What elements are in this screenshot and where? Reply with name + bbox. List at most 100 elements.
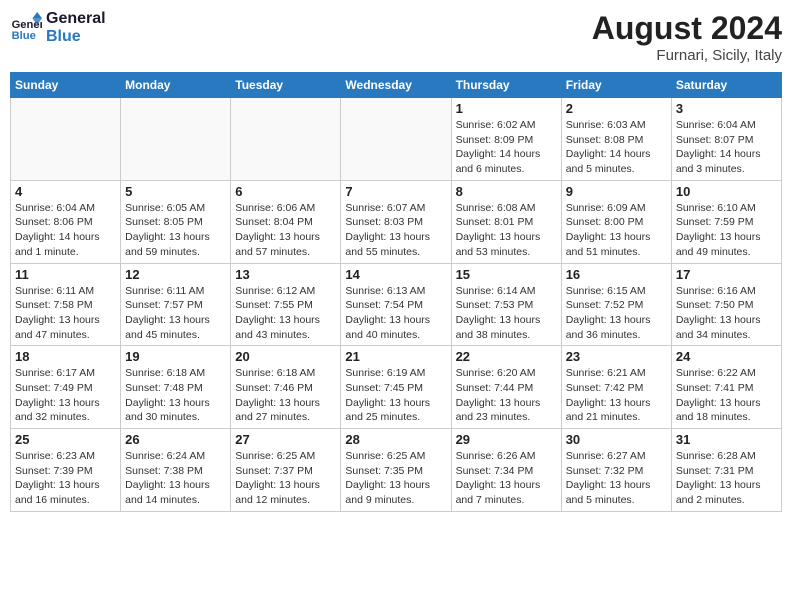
day-number: 12 — [125, 267, 226, 282]
day-number: 22 — [456, 349, 557, 364]
day-number: 7 — [345, 184, 446, 199]
day-number: 6 — [235, 184, 336, 199]
calendar-cell: 5 Sunrise: 6:05 AM Sunset: 8:05 PM Daylig… — [121, 180, 231, 263]
day-info: Sunrise: 6:04 AM Sunset: 8:07 PM Dayligh… — [676, 118, 777, 177]
day-number: 5 — [125, 184, 226, 199]
day-info: Sunrise: 6:19 AM Sunset: 7:45 PM Dayligh… — [345, 366, 446, 425]
calendar-cell — [341, 98, 451, 181]
day-info: Sunrise: 6:11 AM Sunset: 7:57 PM Dayligh… — [125, 284, 226, 343]
day-info: Sunrise: 6:03 AM Sunset: 8:08 PM Dayligh… — [566, 118, 667, 177]
day-number: 1 — [456, 101, 557, 116]
calendar-cell: 7 Sunrise: 6:07 AM Sunset: 8:03 PM Daylig… — [341, 180, 451, 263]
calendar-cell: 26Sunrise: 6:24 AM Sunset: 7:38 PM Dayli… — [121, 429, 231, 512]
day-info: Sunrise: 6:05 AM Sunset: 8:05 PM Dayligh… — [125, 201, 226, 260]
svg-text:Blue: Blue — [12, 30, 36, 42]
calendar-cell: 15 Sunrise: 6:14 AM Sunset: 7:53 PM Dayli… — [451, 263, 561, 346]
calendar-week-2: 4 Sunrise: 6:04 AM Sunset: 8:06 PM Daylig… — [11, 180, 782, 263]
day-info: Sunrise: 6:07 AM Sunset: 8:03 PM Dayligh… — [345, 201, 446, 260]
calendar-cell: 2 Sunrise: 6:03 AM Sunset: 8:08 PM Daylig… — [561, 98, 671, 181]
day-info: Sunrise: 6:15 AM Sunset: 7:52 PM Dayligh… — [566, 284, 667, 343]
calendar-cell: 25 Sunrise: 6:23 AM Sunset: 7:39 PM Dayli… — [11, 429, 121, 512]
calendar-cell: 30 Sunrise: 6:27 AM Sunset: 7:32 PM Dayli… — [561, 429, 671, 512]
day-info: Sunrise: 6:20 AM Sunset: 7:44 PM Dayligh… — [456, 366, 557, 425]
day-info: Sunrise: 6:28 AM Sunset: 7:31 PM Dayligh… — [676, 449, 777, 508]
weekday-header-tuesday: Tuesday — [231, 73, 341, 98]
day-number: 29 — [456, 432, 557, 447]
day-number: 16 — [566, 267, 667, 282]
day-info: Sunrise: 6:17 AM Sunset: 7:49 PM Dayligh… — [15, 366, 116, 425]
calendar-cell: 16 Sunrise: 6:15 AM Sunset: 7:52 PM Dayli… — [561, 263, 671, 346]
day-info: Sunrise: 6:26 AM Sunset: 7:34 PM Dayligh… — [456, 449, 557, 508]
day-info: Sunrise: 6:09 AM Sunset: 8:00 PM Dayligh… — [566, 201, 667, 260]
calendar-cell: 9Sunrise: 6:09 AM Sunset: 8:00 PM Daylig… — [561, 180, 671, 263]
day-info: Sunrise: 6:04 AM Sunset: 8:06 PM Dayligh… — [15, 201, 116, 260]
day-info: Sunrise: 6:27 AM Sunset: 7:32 PM Dayligh… — [566, 449, 667, 508]
calendar-week-5: 25 Sunrise: 6:23 AM Sunset: 7:39 PM Dayli… — [11, 429, 782, 512]
day-info: Sunrise: 6:18 AM Sunset: 7:48 PM Dayligh… — [125, 366, 226, 425]
day-number: 31 — [676, 432, 777, 447]
day-info: Sunrise: 6:23 AM Sunset: 7:39 PM Dayligh… — [15, 449, 116, 508]
day-info: Sunrise: 6:08 AM Sunset: 8:01 PM Dayligh… — [456, 201, 557, 260]
calendar-cell: 20 Sunrise: 6:18 AM Sunset: 7:46 PM Dayli… — [231, 346, 341, 429]
calendar-cell: 12 Sunrise: 6:11 AM Sunset: 7:57 PM Dayli… — [121, 263, 231, 346]
weekday-header-monday: Monday — [121, 73, 231, 98]
day-info: Sunrise: 6:10 AM Sunset: 7:59 PM Dayligh… — [676, 201, 777, 260]
calendar-cell: 8 Sunrise: 6:08 AM Sunset: 8:01 PM Daylig… — [451, 180, 561, 263]
calendar-cell: 19 Sunrise: 6:18 AM Sunset: 7:48 PM Dayli… — [121, 346, 231, 429]
day-number: 3 — [676, 101, 777, 116]
day-info: Sunrise: 6:02 AM Sunset: 8:09 PM Dayligh… — [456, 118, 557, 177]
day-number: 18 — [15, 349, 116, 364]
day-number: 28 — [345, 432, 446, 447]
day-number: 19 — [125, 349, 226, 364]
day-info: Sunrise: 6:16 AM Sunset: 7:50 PM Dayligh… — [676, 284, 777, 343]
calendar-week-3: 11Sunrise: 6:11 AM Sunset: 7:58 PM Dayli… — [11, 263, 782, 346]
month-year: August 2024 — [592, 10, 782, 47]
calendar-cell: 11Sunrise: 6:11 AM Sunset: 7:58 PM Dayli… — [11, 263, 121, 346]
day-number: 26 — [125, 432, 226, 447]
calendar-cell: 28Sunrise: 6:25 AM Sunset: 7:35 PM Dayli… — [341, 429, 451, 512]
day-number: 10 — [676, 184, 777, 199]
calendar-week-1: 1 Sunrise: 6:02 AM Sunset: 8:09 PM Daylig… — [11, 98, 782, 181]
calendar-table: SundayMondayTuesdayWednesdayThursdayFrid… — [10, 72, 782, 512]
day-number: 11 — [15, 267, 116, 282]
location: Furnari, Sicily, Italy — [592, 47, 782, 64]
logo-general: General — [46, 10, 106, 28]
weekday-header-thursday: Thursday — [451, 73, 561, 98]
day-number: 14 — [345, 267, 446, 282]
day-info: Sunrise: 6:06 AM Sunset: 8:04 PM Dayligh… — [235, 201, 336, 260]
calendar-cell: 3 Sunrise: 6:04 AM Sunset: 8:07 PM Daylig… — [671, 98, 781, 181]
weekday-header-friday: Friday — [561, 73, 671, 98]
day-info: Sunrise: 6:22 AM Sunset: 7:41 PM Dayligh… — [676, 366, 777, 425]
day-info: Sunrise: 6:21 AM Sunset: 7:42 PM Dayligh… — [566, 366, 667, 425]
day-number: 8 — [456, 184, 557, 199]
day-info: Sunrise: 6:13 AM Sunset: 7:54 PM Dayligh… — [345, 284, 446, 343]
weekday-header-wednesday: Wednesday — [341, 73, 451, 98]
day-info: Sunrise: 6:25 AM Sunset: 7:37 PM Dayligh… — [235, 449, 336, 508]
title-block: August 2024 Furnari, Sicily, Italy — [592, 10, 782, 64]
calendar-cell: 22 Sunrise: 6:20 AM Sunset: 7:44 PM Dayli… — [451, 346, 561, 429]
calendar-cell: 6 Sunrise: 6:06 AM Sunset: 8:04 PM Daylig… — [231, 180, 341, 263]
logo-icon: General Blue — [10, 12, 42, 44]
calendar-cell: 4 Sunrise: 6:04 AM Sunset: 8:06 PM Daylig… — [11, 180, 121, 263]
day-info: Sunrise: 6:14 AM Sunset: 7:53 PM Dayligh… — [456, 284, 557, 343]
weekday-header-row: SundayMondayTuesdayWednesdayThursdayFrid… — [11, 73, 782, 98]
day-number: 20 — [235, 349, 336, 364]
calendar-cell — [121, 98, 231, 181]
calendar-cell: 24Sunrise: 6:22 AM Sunset: 7:41 PM Dayli… — [671, 346, 781, 429]
calendar-cell: 1 Sunrise: 6:02 AM Sunset: 8:09 PM Daylig… — [451, 98, 561, 181]
logo: General Blue General Blue — [10, 10, 106, 45]
page-header: General Blue General Blue August 2024 Fu… — [10, 10, 782, 64]
day-number: 4 — [15, 184, 116, 199]
day-number: 2 — [566, 101, 667, 116]
day-info: Sunrise: 6:18 AM Sunset: 7:46 PM Dayligh… — [235, 366, 336, 425]
calendar-cell: 23Sunrise: 6:21 AM Sunset: 7:42 PM Dayli… — [561, 346, 671, 429]
weekday-header-saturday: Saturday — [671, 73, 781, 98]
day-number: 13 — [235, 267, 336, 282]
day-number: 30 — [566, 432, 667, 447]
calendar-cell: 31 Sunrise: 6:28 AM Sunset: 7:31 PM Dayli… — [671, 429, 781, 512]
weekday-header-sunday: Sunday — [11, 73, 121, 98]
calendar-cell — [11, 98, 121, 181]
day-number: 27 — [235, 432, 336, 447]
day-number: 25 — [15, 432, 116, 447]
day-number: 15 — [456, 267, 557, 282]
